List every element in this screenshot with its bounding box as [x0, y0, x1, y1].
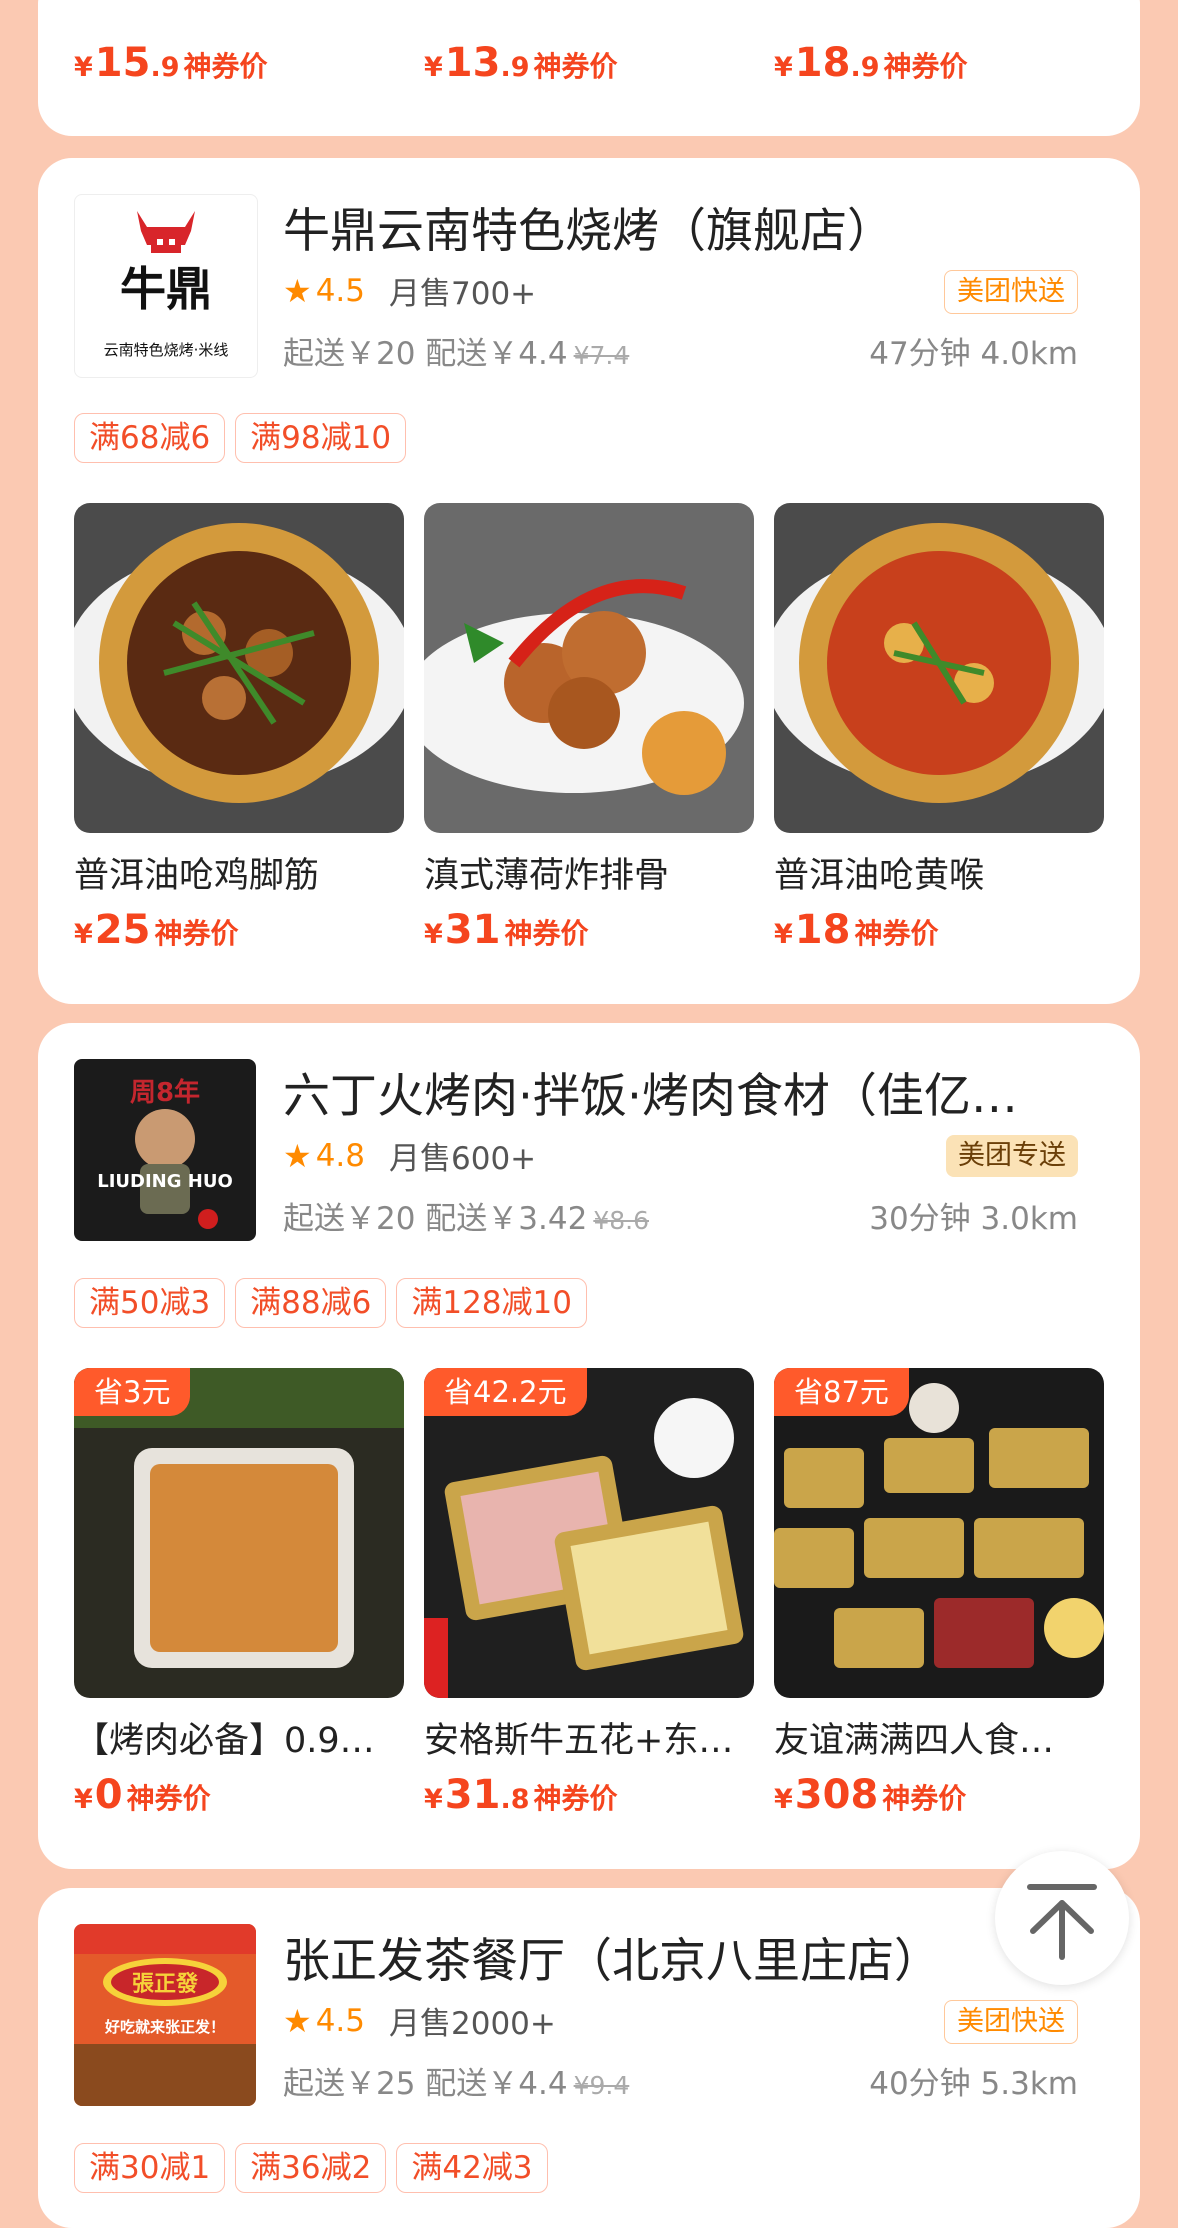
store-name[interactable]: 六丁火烤肉·拌饭·烤肉食材（佳亿… — [283, 1057, 1018, 1126]
coupon-tag[interactable]: 满30减1 — [74, 2143, 226, 2193]
svg-text:LIUDING HUO: LIUDING HUO — [97, 1171, 233, 1192]
delivery-badge: 美团专送 — [946, 1135, 1078, 1177]
four-person-set-image — [774, 1383, 1104, 1668]
dish-item[interactable]: 省42.2元 安格斯牛五花+东… ¥ 31 .8 神券价 — [424, 1368, 754, 1818]
dish-image[interactable]: 省87元 — [774, 1368, 1104, 1698]
delivery-fee: 起送￥20 配送￥3.42 ¥8.6 — [283, 1201, 649, 1237]
store-name[interactable]: 牛鼎云南特色烧烤（旗舰店） — [283, 192, 894, 261]
star-icon: ★ — [283, 271, 312, 310]
coupon-tag[interactable]: 满36减2 — [235, 2143, 387, 2193]
dish-price: ¥ 15 .9 神券价 — [74, 40, 268, 86]
original-fee: ¥7.4 — [573, 341, 630, 370]
bbq-meat-tray-image — [424, 1398, 744, 1698]
dish-name: 安格斯牛五花+东… — [424, 1721, 734, 1756]
dish-price: ¥ 25 神券价 — [74, 907, 239, 953]
store-logo: 周8年 LIUDING HUO — [74, 1059, 256, 1241]
svg-text:牛鼎: 牛鼎 — [120, 262, 212, 316]
delivery-fee: 起送￥20 配送￥4.4 ¥7.4 — [283, 336, 630, 372]
dish-image[interactable] — [424, 503, 754, 833]
arrow-up-to-top-icon — [1027, 1884, 1097, 1960]
svg-text:張正發: 張正發 — [132, 1971, 198, 1997]
coupon-tag[interactable]: 满98减10 — [235, 413, 407, 463]
savings-badge: 省3元 — [74, 1368, 191, 1416]
dish-name: 滇式薄荷炸排骨 — [424, 856, 670, 891]
coupon-tag[interactable]: 满88减6 — [235, 1278, 387, 1328]
dish-name: 普洱油呛鸡脚筋 — [74, 856, 320, 891]
coupon-list: 满68减6 满98减10 — [74, 413, 407, 463]
dish-price: ¥ 308 神券价 — [774, 1772, 967, 1818]
rating-score: 4.5 — [315, 272, 365, 309]
dish-name: 友谊满满四人食… — [774, 1721, 1055, 1756]
dish-name: 【烤肉必备】0.9… — [74, 1721, 375, 1756]
store-logo: 牛鼎 云南特色烧烤·米线 — [74, 194, 258, 378]
original-fee: ¥9.4 — [573, 2071, 630, 2100]
rating-row: ★ 4.8 月售600+ — [283, 1133, 536, 1178]
rating-row: ★ 4.5 月售2000+ — [283, 1998, 556, 2043]
coupon-tag[interactable]: 满68减6 — [74, 413, 226, 463]
previous-store-card[interactable]: ¥ 15 .9 神券价 ¥ 13 .9 神券价 ¥ 18 .9 神券价 — [38, 0, 1140, 136]
dish-price: ¥ 0 神券价 — [74, 1772, 211, 1818]
svg-text:云南特色烧烤·米线: 云南特色烧烤·米线 — [104, 341, 229, 359]
dish-price: ¥ 31 .8 神券价 — [424, 1772, 618, 1818]
seasoning-box-image — [74, 1368, 404, 1668]
delivery-fee: 起送￥25 配送￥4.4 ¥9.4 — [283, 2066, 630, 2102]
dish-price: ¥ 31 神券价 — [424, 907, 589, 953]
dish-image[interactable] — [74, 503, 404, 833]
rating-score: 4.8 — [315, 1137, 365, 1174]
savings-badge: 省87元 — [774, 1368, 909, 1416]
coupon-tag[interactable]: 满42减3 — [396, 2143, 548, 2193]
svg-text:周8年: 周8年 — [130, 1077, 200, 1108]
dish-item[interactable]: 省3元 【烤肉必备】0.9… ¥ 0 神券价 — [74, 1368, 404, 1818]
delivery-badge: 美团快送 — [944, 2000, 1078, 2044]
dish-image[interactable] — [774, 503, 1104, 833]
dish-name: 普洱油呛黄喉 — [774, 856, 985, 891]
dish-item[interactable]: 普洱油呛鸡脚筋 ¥ 25 神券价 — [74, 503, 404, 953]
cartoon-logo-icon: 周8年 LIUDING HUO — [97, 1077, 233, 1229]
delivery-time-distance: 40分钟 5.3km — [869, 2066, 1078, 2102]
fried-ribs-image — [424, 579, 744, 795]
coupon-list: 满30减1 满36减2 满42减3 — [74, 2143, 548, 2193]
dish-image[interactable]: 省42.2元 — [424, 1368, 754, 1698]
star-icon: ★ — [283, 1136, 312, 1175]
dish-price: ¥ 18 .9 神券价 — [774, 40, 968, 86]
dish-item[interactable]: 普洱油呛黄喉 ¥ 18 神券价 — [774, 503, 1104, 953]
svg-text:好吃就来张正发！: 好吃就来张正发！ — [104, 2018, 225, 2036]
dish-item[interactable]: 滇式薄荷炸排骨 ¥ 31 神券价 — [424, 503, 754, 953]
monthly-sales: 月售700+ — [389, 276, 537, 312]
original-fee: ¥8.6 — [593, 1206, 649, 1235]
claypot-tripe-image — [774, 523, 1104, 803]
store-card[interactable]: 牛鼎 云南特色烧烤·米线 牛鼎云南特色烧烤（旗舰店） ★ 4.5 月售700+ … — [38, 158, 1140, 1004]
dish-price: ¥ 18 神券价 — [774, 907, 939, 953]
dish-item[interactable]: 省87元 友谊满满四人食… ¥ 308 神券价 — [774, 1368, 1104, 1818]
store-name[interactable]: 张正发茶餐厅（北京八里庄店） — [283, 1922, 941, 1991]
monthly-sales: 月售600+ — [389, 1141, 537, 1177]
rating-score: 4.5 — [315, 2002, 365, 2039]
delivery-time-distance: 30分钟 3.0km — [869, 1201, 1078, 1237]
claypot-dish-image — [74, 523, 404, 803]
bull-logo-icon: 牛鼎 云南特色烧烤·米线 — [104, 211, 229, 359]
delivery-badge: 美团快送 — [944, 270, 1078, 314]
coupon-tag[interactable]: 满128减10 — [396, 1278, 587, 1328]
store-card[interactable]: 周8年 LIUDING HUO 六丁火烤肉·拌饭·烤肉食材（佳亿… ★ 4.8 … — [38, 1023, 1140, 1869]
coupon-list: 满50减3 满88减6 满128减10 — [74, 1278, 587, 1328]
star-icon: ★ — [283, 2001, 312, 2040]
store-card[interactable]: 張正發 好吃就来张正发！ 张正发茶餐厅（北京八里庄店） ★ 4.5 月售2000… — [38, 1888, 1140, 2228]
delivery-time-distance: 47分钟 4.0km — [869, 336, 1078, 372]
savings-badge: 省42.2元 — [424, 1368, 587, 1416]
monthly-sales: 月售2000+ — [389, 2006, 556, 2042]
coupon-tag[interactable]: 满50减3 — [74, 1278, 226, 1328]
back-to-top-button[interactable] — [995, 1851, 1129, 1985]
store-logo: 張正發 好吃就来张正发！ — [74, 1924, 256, 2106]
dish-price: ¥ 13 .9 神券价 — [424, 40, 618, 86]
dish-image[interactable]: 省3元 — [74, 1368, 404, 1698]
zhangzhengfa-logo-icon: 張正發 好吃就来张正发！ — [74, 1924, 256, 2106]
rating-row: ★ 4.5 月售700+ — [283, 268, 536, 313]
